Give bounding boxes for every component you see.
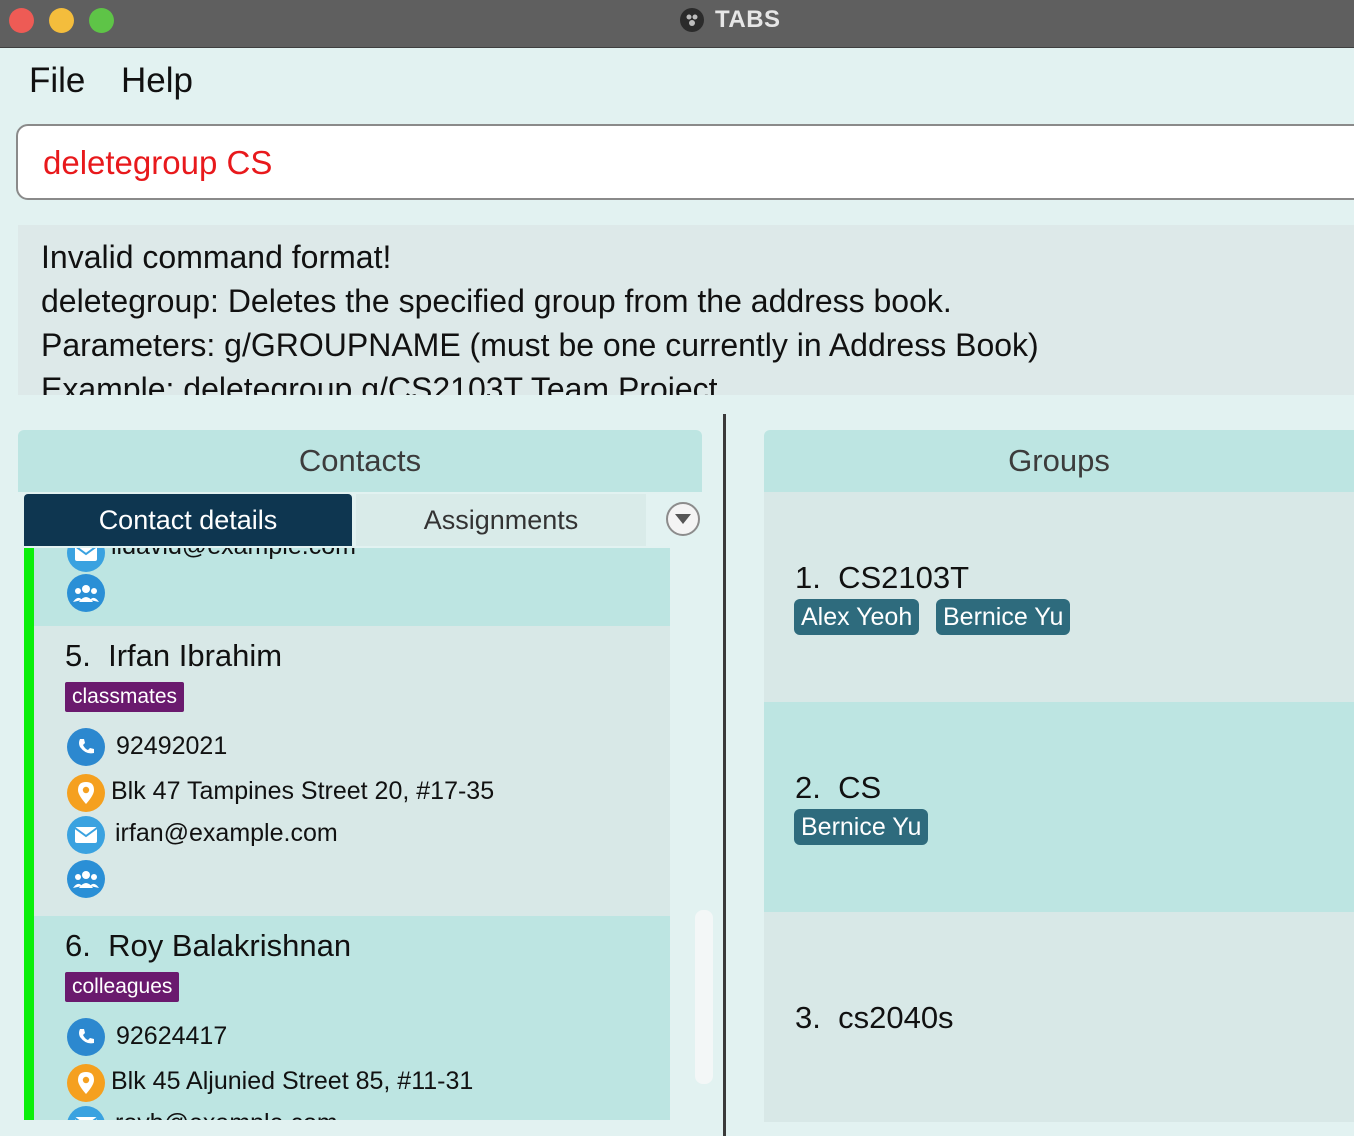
group-card[interactable]: 1. CS2103T Alex Yeoh Bernice Yu [764, 492, 1354, 702]
contact-email: irfan@example.com [115, 819, 338, 847]
title-bar: TABS [0, 0, 1354, 48]
contact-address: Blk 47 Tampines Street 20, #17-35 [111, 777, 495, 805]
group-card[interactable]: 3. cs2040s [764, 912, 1354, 1122]
tab-dropdown-button[interactable] [666, 502, 700, 536]
menu-bar: File Help [0, 49, 1354, 111]
maximize-window-button[interactable] [89, 8, 114, 33]
window-title: TABS [715, 6, 781, 33]
contact-tag: colleagues [65, 972, 180, 1002]
group-name-line: 1. CS2103T [795, 560, 969, 596]
contact-list[interactable]: lidavid@example.com 5. Irfan Ibrahim cla… [24, 548, 694, 1120]
contact-address: Blk 45 Aljunied Street 85, #11-31 [111, 1067, 474, 1095]
group-member-badge: Bernice Yu [794, 809, 929, 845]
groups-header: Groups [764, 430, 1354, 492]
contact-email: lidavid@example.com [111, 548, 356, 561]
contact-name: Irfan Ibrahim [108, 638, 283, 673]
contact-phone: 92492021 [116, 732, 228, 760]
group-card[interactable]: 2. CS Bernice Yu [764, 702, 1354, 912]
contact-email: royb@example.com [115, 1109, 338, 1120]
groups-panel: Groups 1. CS2103T Alex Yeoh Bernice Yu 2… [764, 430, 1354, 1136]
contact-card[interactable]: 6. Roy Balakrishnan colleagues 92624417 … [34, 916, 670, 1120]
result-line: deletegroup: Deletes the specified group… [41, 283, 952, 319]
command-input[interactable]: deletegroup CS [16, 124, 1354, 200]
minimize-window-button[interactable] [49, 8, 74, 33]
window-title-group: TABS [680, 6, 781, 34]
group-name-line: 2. CS [795, 770, 881, 806]
contact-card[interactable]: lidavid@example.com [34, 548, 670, 626]
group-index: 3. [795, 1000, 821, 1035]
contacts-panel: Contacts Contact details Assignments lid… [18, 430, 713, 1130]
email-icon [67, 1106, 105, 1120]
location-icon [67, 774, 105, 812]
group-index: 2. [795, 770, 821, 805]
contact-tag: classmates [65, 682, 185, 712]
groups-icon [67, 574, 105, 612]
group-name: CS2103T [838, 560, 970, 595]
panel-divider[interactable] [723, 414, 726, 1136]
app-icon [680, 8, 704, 32]
contact-name-line: 5. Irfan Ibrahim [65, 638, 282, 674]
group-name: cs2040s [838, 1000, 954, 1035]
menu-help[interactable]: Help [121, 61, 193, 101]
result-line: Example: deletegroup g/CS2103T Team Proj… [41, 371, 718, 395]
result-line: Parameters: g/GROUPNAME (must be one cur… [41, 327, 1039, 363]
phone-icon [67, 1018, 105, 1056]
groups-icon [67, 860, 105, 898]
contacts-header: Contacts [18, 430, 702, 492]
chevron-down-icon [675, 514, 691, 524]
phone-icon [67, 728, 105, 766]
result-line: Invalid command format! [41, 239, 392, 275]
contact-phone: 92624417 [116, 1022, 228, 1050]
command-input-text: deletegroup CS [43, 144, 273, 181]
contact-index: 5. [65, 638, 91, 673]
close-window-button[interactable] [9, 8, 34, 33]
contact-name-line: 6. Roy Balakrishnan [65, 928, 351, 964]
contact-name: Roy Balakrishnan [108, 928, 352, 963]
result-display[interactable]: Invalid command format! deletegroup: Del… [18, 225, 1354, 395]
group-name: CS [838, 770, 882, 805]
email-icon [67, 816, 105, 854]
group-member-badge: Alex Yeoh [794, 599, 920, 635]
menu-file[interactable]: File [29, 61, 85, 101]
group-member-badge: Bernice Yu [936, 599, 1071, 635]
contact-index: 6. [65, 928, 91, 963]
contact-card[interactable]: 5. Irfan Ibrahim classmates 92492021 Blk… [34, 626, 670, 916]
contact-list-scrollbar[interactable] [695, 910, 713, 1084]
group-name-line: 3. cs2040s [795, 1000, 954, 1036]
selection-indicator [24, 548, 34, 1120]
tab-assignments[interactable]: Assignments [356, 494, 646, 546]
group-index: 1. [795, 560, 821, 595]
email-icon [67, 548, 105, 572]
location-icon [67, 1064, 105, 1102]
tab-contact-details[interactable]: Contact details [24, 494, 352, 546]
